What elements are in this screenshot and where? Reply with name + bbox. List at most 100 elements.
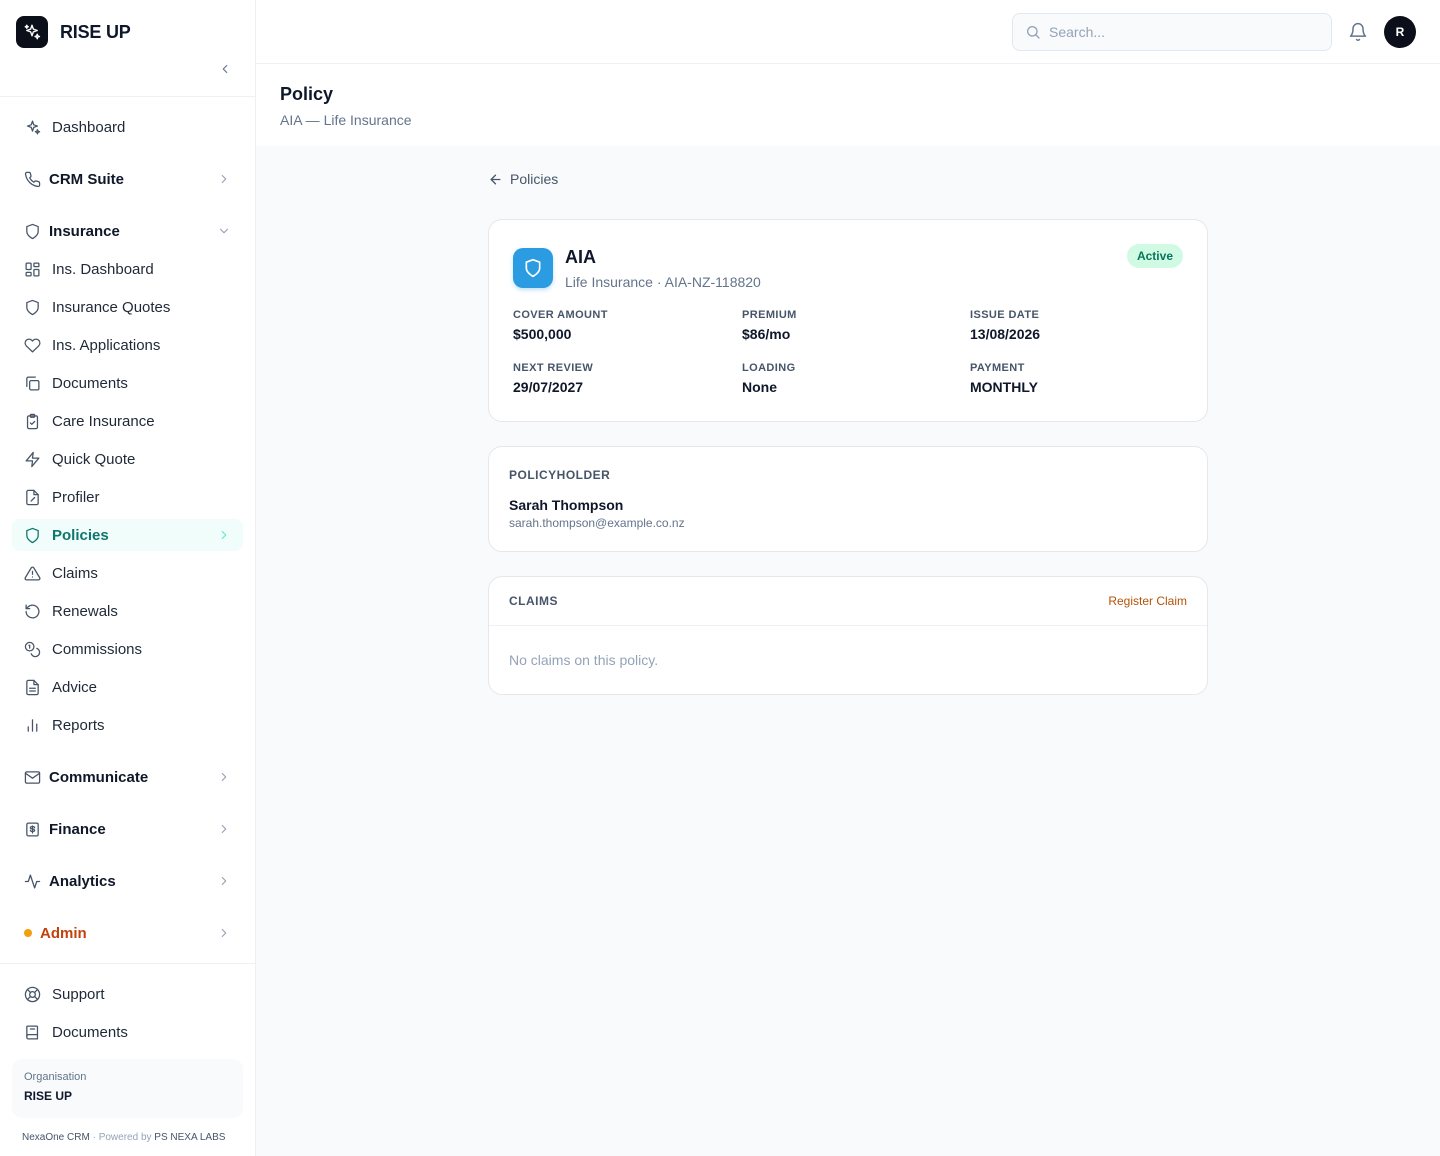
sidebar-item-ins-applications[interactable]: Ins. Applications: [12, 329, 243, 361]
life-buoy-icon: [24, 986, 41, 1002]
bar-chart-icon: [27, 718, 38, 732]
back-to-policies-link[interactable]: Policies: [488, 171, 558, 187]
sidebar-item-label: Policies: [52, 526, 109, 544]
sidebar-group-admin[interactable]: Admin: [12, 917, 243, 949]
sidebar-item-label: Care Insurance: [52, 412, 155, 430]
sidebar-item-label: Commissions: [52, 640, 143, 658]
zap-icon: [25, 451, 40, 467]
field-label: Loading: [742, 362, 796, 374]
sparkles-icon: [24, 24, 41, 40]
sidebar-item-label: Finance: [49, 820, 106, 838]
footer-product: NexaOne CRM: [22, 1132, 90, 1143]
sidebar-group-analytics[interactable]: Analytics: [12, 865, 243, 897]
sidebar-item-quick-quote[interactable]: Quick Quote: [12, 443, 243, 475]
section-label: Claims: [509, 594, 558, 608]
mail-icon: [24, 770, 41, 784]
book-icon: [26, 1024, 39, 1040]
sidebar-item-label: Documents: [52, 374, 128, 392]
field-value: None: [742, 379, 777, 395]
brand-logo: [16, 16, 48, 48]
sidebar-group-crm-suite[interactable]: CRM Suite: [12, 163, 243, 195]
chevron-right-icon: [221, 876, 227, 886]
sidebar-group-insurance[interactable]: Insurance: [12, 215, 243, 247]
sidebar-item-label: Reports: [52, 716, 105, 734]
sidebar-item-label: Documents: [52, 1023, 128, 1041]
field-value: $86/mo: [742, 326, 791, 342]
sidebar-item-label: Dashboard: [52, 118, 126, 136]
brand[interactable]: RISE UP: [16, 16, 131, 48]
sidebar-item-ins-dashboard[interactable]: Ins. Dashboard: [12, 253, 243, 285]
page-subtitle: AIA — Life Insurance: [280, 112, 412, 128]
collapse-sidebar-button[interactable]: [216, 60, 234, 78]
sidebar-item-label: Quick Quote: [52, 450, 136, 468]
activity-icon: [24, 873, 41, 889]
sidebar-item-label: Ins. Dashboard: [52, 260, 154, 278]
field-label: Premium: [742, 309, 797, 321]
sidebar-footer: NexaOne CRM · Powered by PS NEXA LABS: [22, 1132, 225, 1143]
receipt-icon: [26, 821, 39, 837]
brand-name: RISE UP: [60, 21, 131, 42]
clipboard-check-icon: [26, 413, 39, 429]
sidebar-item-advice[interactable]: Advice: [12, 671, 243, 703]
sidebar-item-policies[interactable]: Policies: [12, 519, 243, 551]
search-input[interactable]: [1049, 24, 1309, 40]
sidebar-group-finance[interactable]: Finance: [12, 813, 243, 845]
field-value: 13/08/2026: [970, 326, 1041, 342]
field-value: $500,000: [513, 326, 572, 342]
sidebar-item-care-insurance[interactable]: Care Insurance: [12, 405, 243, 437]
chevron-right-icon: [221, 928, 227, 938]
sidebar-item-claims[interactable]: Claims: [12, 557, 243, 589]
user-avatar[interactable]: R: [1384, 16, 1416, 48]
rotate-ccw-icon: [25, 603, 40, 619]
sidebar-item-support[interactable]: Support: [12, 978, 243, 1010]
organisation-box[interactable]: Organisation RISE UP: [12, 1059, 243, 1118]
sidebar-item-reports[interactable]: Reports: [12, 709, 243, 741]
sidebar-item-dashboard[interactable]: Dashboard: [12, 111, 243, 143]
sidebar-item-insurance-quotes[interactable]: Insurance Quotes: [12, 291, 243, 323]
alert-triangle-icon: [24, 565, 41, 581]
sidebar-item-label: Profiler: [52, 488, 100, 506]
sidebar-divider: [0, 96, 255, 97]
field-value: 29/07/2027: [513, 379, 584, 395]
section-label: Policyholder: [509, 468, 611, 482]
sidebar-item-documents[interactable]: Documents: [12, 367, 243, 399]
policy-summary-card: AIA Life Insurance · AIA-NZ-118820 Activ…: [488, 219, 1208, 422]
claims-card: Claims Register Claim No claims on this …: [488, 576, 1208, 695]
field-issue-date: Issue Date 13/08/2026: [970, 309, 1040, 342]
sidebar-item-label: Claims: [52, 564, 98, 582]
chevron-right-icon: [221, 824, 227, 834]
sidebar-item-label: Communicate: [49, 768, 149, 786]
search-box[interactable]: [1012, 13, 1332, 51]
sidebar-item-label: Analytics: [49, 872, 116, 890]
sidebar-item-renewals[interactable]: Renewals: [12, 595, 243, 627]
file-text-icon: [26, 679, 39, 695]
page-header: Policy AIA — Life Insurance: [256, 64, 1440, 146]
field-next-review: Next Review 29/07/2027: [513, 362, 593, 395]
sidebar-item-profiler[interactable]: Profiler: [12, 481, 243, 513]
field-value: MONTHLY: [970, 379, 1038, 395]
sparkles-icon: [26, 119, 41, 135]
organisation-name: RISE UP: [24, 1089, 73, 1103]
field-label: Cover Amount: [513, 309, 608, 321]
field-payment: Payment MONTHLY: [970, 362, 1038, 395]
chevron-left-icon: [222, 64, 228, 74]
shield-icon: [525, 258, 541, 278]
policyholder-name[interactable]: Sarah Thompson: [509, 497, 623, 513]
sidebar-item-label: Ins. Applications: [52, 336, 161, 354]
sidebar-item-commissions[interactable]: Commissions: [12, 633, 243, 665]
layout-grid-icon: [25, 261, 40, 277]
back-link-label: Policies: [510, 171, 559, 187]
sidebar-item-documents-bottom[interactable]: Documents: [12, 1016, 243, 1048]
chevron-down-icon: [219, 228, 229, 234]
policyholder-email[interactable]: sarah.thompson@example.co.nz: [509, 516, 685, 530]
register-claim-button[interactable]: Register Claim: [1108, 594, 1187, 608]
shield-icon: [26, 223, 39, 239]
notifications-button[interactable]: [1348, 22, 1368, 42]
chevron-right-icon: [221, 174, 227, 184]
file-edit-icon: [26, 489, 39, 505]
topbar: R: [256, 0, 1440, 64]
sidebar-group-communicate[interactable]: Communicate: [12, 761, 243, 793]
field-cover-amount: Cover Amount $500,000: [513, 309, 608, 342]
copy-icon: [26, 375, 40, 391]
bell-icon: [1349, 22, 1367, 42]
